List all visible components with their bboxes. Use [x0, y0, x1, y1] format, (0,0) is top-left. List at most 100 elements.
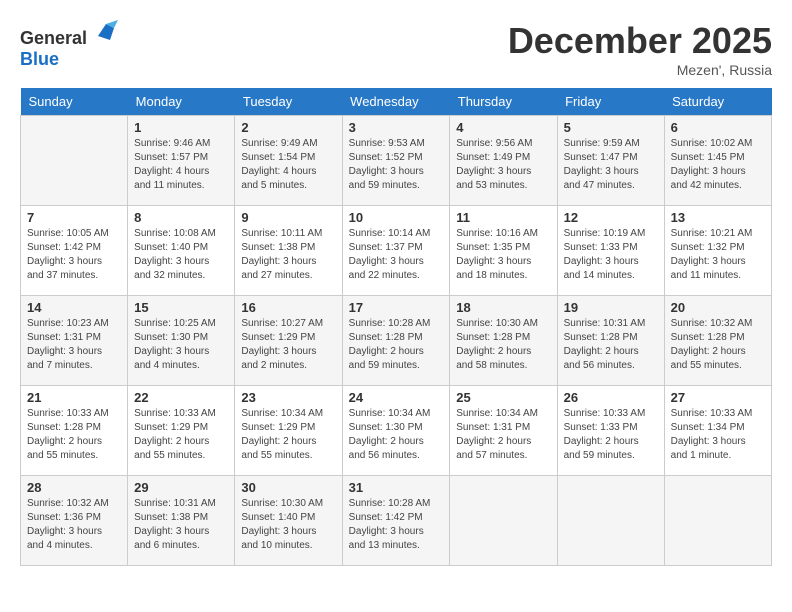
- weekday-header: Thursday: [450, 88, 557, 116]
- calendar-cell: 5Sunrise: 9:59 AM Sunset: 1:47 PM Daylig…: [557, 116, 664, 206]
- calendar-week-row: 14 Sunrise: 10:23 AM Sunset: 1:31 PM Dayl…: [21, 296, 772, 386]
- calendar-cell: [664, 476, 771, 566]
- day-info: Sunrise: 10:31 AM Sunset: 1:38 PM Daylig…: [134, 497, 228, 553]
- logo-general: General: [20, 28, 87, 48]
- day-number: 16: [241, 300, 335, 315]
- day-info: Sunrise: 10:05 AM Sunset: 1:42 PM Daylig…: [27, 227, 121, 283]
- calendar-cell: [21, 116, 128, 206]
- day-number: 30: [241, 480, 335, 495]
- weekday-header: Saturday: [664, 88, 771, 116]
- day-number: 31: [349, 480, 444, 495]
- calendar-cell: 21 Sunrise: 10:33 AM Sunset: 1:28 PM Dayl…: [21, 386, 128, 476]
- weekday-header: Wednesday: [342, 88, 450, 116]
- calendar-week-row: 28 Sunrise: 10:32 AM Sunset: 1:36 PM Dayl…: [21, 476, 772, 566]
- day-info: Sunrise: 9:53 AM Sunset: 1:52 PM Dayligh…: [349, 137, 444, 193]
- day-info: Sunrise: 10:27 AM Sunset: 1:29 PM Daylig…: [241, 317, 335, 373]
- day-info: Sunrise: 10:33 AM Sunset: 1:29 PM Daylig…: [134, 407, 228, 463]
- logo-text: General Blue: [20, 20, 118, 70]
- calendar-cell: 3 Sunrise: 9:53 AM Sunset: 1:52 PM Daylig…: [342, 116, 450, 206]
- calendar-cell: 24Sunrise: 10:34 AM Sunset: 1:30 PM Dayl…: [342, 386, 450, 476]
- calendar-table: SundayMondayTuesdayWednesdayThursdayFrid…: [20, 88, 772, 566]
- day-number: 14: [27, 300, 121, 315]
- calendar-cell: 27 Sunrise: 10:33 AM Sunset: 1:34 PM Dayl…: [664, 386, 771, 476]
- logo: General Blue: [20, 20, 118, 70]
- day-number: 19: [564, 300, 658, 315]
- day-info: Sunrise: 10:33 AM Sunset: 1:33 PM Daylig…: [564, 407, 658, 463]
- weekday-header: Friday: [557, 88, 664, 116]
- calendar-cell: 15 Sunrise: 10:25 AM Sunset: 1:30 PM Dayl…: [128, 296, 235, 386]
- day-info: Sunrise: 10:34 AM Sunset: 1:31 PM Daylig…: [456, 407, 550, 463]
- weekday-header: Tuesday: [235, 88, 342, 116]
- day-number: 11: [456, 210, 550, 225]
- calendar-cell: 7Sunrise: 10:05 AM Sunset: 1:42 PM Dayli…: [21, 206, 128, 296]
- day-number: 12: [564, 210, 658, 225]
- day-info: Sunrise: 10:14 AM Sunset: 1:37 PM Daylig…: [349, 227, 444, 283]
- day-info: Sunrise: 10:11 AM Sunset: 1:38 PM Daylig…: [241, 227, 335, 283]
- day-number: 25: [456, 390, 550, 405]
- day-number: 26: [564, 390, 658, 405]
- calendar-cell: 4Sunrise: 9:56 AM Sunset: 1:49 PM Daylig…: [450, 116, 557, 206]
- calendar-cell: 18 Sunrise: 10:30 AM Sunset: 1:28 PM Dayl…: [450, 296, 557, 386]
- day-number: 22: [134, 390, 228, 405]
- day-number: 28: [27, 480, 121, 495]
- day-number: 10: [349, 210, 444, 225]
- logo-blue: Blue: [20, 49, 59, 69]
- day-number: 27: [671, 390, 765, 405]
- day-info: Sunrise: 9:49 AM Sunset: 1:54 PM Dayligh…: [241, 137, 335, 193]
- calendar-header-row: SundayMondayTuesdayWednesdayThursdayFrid…: [21, 88, 772, 116]
- day-info: Sunrise: 10:32 AM Sunset: 1:28 PM Daylig…: [671, 317, 765, 373]
- calendar-cell: 26 Sunrise: 10:33 AM Sunset: 1:33 PM Dayl…: [557, 386, 664, 476]
- day-number: 15: [134, 300, 228, 315]
- day-info: Sunrise: 10:23 AM Sunset: 1:31 PM Daylig…: [27, 317, 121, 373]
- day-info: Sunrise: 10:21 AM Sunset: 1:32 PM Daylig…: [671, 227, 765, 283]
- calendar-cell: 1 Sunrise: 9:46 AM Sunset: 1:57 PM Daylig…: [128, 116, 235, 206]
- day-number: 24: [349, 390, 444, 405]
- page-header: General Blue December 2025 Mezen', Russi…: [20, 20, 772, 78]
- day-info: Sunrise: 9:56 AM Sunset: 1:49 PM Dayligh…: [456, 137, 550, 193]
- day-info: Sunrise: 10:32 AM Sunset: 1:36 PM Daylig…: [27, 497, 121, 553]
- day-number: 17: [349, 300, 444, 315]
- day-info: Sunrise: 10:02 AM Sunset: 1:45 PM Daylig…: [671, 137, 765, 193]
- title-block: December 2025 Mezen', Russia: [508, 20, 772, 78]
- day-number: 6: [671, 120, 765, 135]
- day-number: 29: [134, 480, 228, 495]
- day-number: 1: [134, 120, 228, 135]
- calendar-cell: 30 Sunrise: 10:30 AM Sunset: 1:40 PM Dayl…: [235, 476, 342, 566]
- day-number: 20: [671, 300, 765, 315]
- calendar-cell: 10 Sunrise: 10:14 AM Sunset: 1:37 PM Dayl…: [342, 206, 450, 296]
- calendar-cell: 25 Sunrise: 10:34 AM Sunset: 1:31 PM Dayl…: [450, 386, 557, 476]
- day-info: Sunrise: 10:33 AM Sunset: 1:28 PM Daylig…: [27, 407, 121, 463]
- day-info: Sunrise: 10:25 AM Sunset: 1:30 PM Daylig…: [134, 317, 228, 373]
- day-number: 18: [456, 300, 550, 315]
- calendar-cell: 17Sunrise: 10:28 AM Sunset: 1:28 PM Dayl…: [342, 296, 450, 386]
- calendar-week-row: 1 Sunrise: 9:46 AM Sunset: 1:57 PM Daylig…: [21, 116, 772, 206]
- calendar-cell: 16 Sunrise: 10:27 AM Sunset: 1:29 PM Dayl…: [235, 296, 342, 386]
- calendar-cell: 14 Sunrise: 10:23 AM Sunset: 1:31 PM Dayl…: [21, 296, 128, 386]
- calendar-week-row: 7Sunrise: 10:05 AM Sunset: 1:42 PM Dayli…: [21, 206, 772, 296]
- day-number: 9: [241, 210, 335, 225]
- day-number: 23: [241, 390, 335, 405]
- calendar-cell: 20 Sunrise: 10:32 AM Sunset: 1:28 PM Dayl…: [664, 296, 771, 386]
- day-number: 2: [241, 120, 335, 135]
- day-number: 13: [671, 210, 765, 225]
- day-info: Sunrise: 10:33 AM Sunset: 1:34 PM Daylig…: [671, 407, 765, 463]
- calendar-cell: 11 Sunrise: 10:16 AM Sunset: 1:35 PM Dayl…: [450, 206, 557, 296]
- day-info: Sunrise: 10:19 AM Sunset: 1:33 PM Daylig…: [564, 227, 658, 283]
- calendar-cell: 28 Sunrise: 10:32 AM Sunset: 1:36 PM Dayl…: [21, 476, 128, 566]
- day-info: Sunrise: 9:46 AM Sunset: 1:57 PM Dayligh…: [134, 137, 228, 193]
- calendar-cell: 19Sunrise: 10:31 AM Sunset: 1:28 PM Dayl…: [557, 296, 664, 386]
- day-info: Sunrise: 10:28 AM Sunset: 1:42 PM Daylig…: [349, 497, 444, 553]
- day-number: 21: [27, 390, 121, 405]
- calendar-cell: 31 Sunrise: 10:28 AM Sunset: 1:42 PM Dayl…: [342, 476, 450, 566]
- month-title: December 2025: [508, 20, 772, 62]
- day-info: Sunrise: 10:16 AM Sunset: 1:35 PM Daylig…: [456, 227, 550, 283]
- day-info: Sunrise: 10:30 AM Sunset: 1:40 PM Daylig…: [241, 497, 335, 553]
- day-number: 5: [564, 120, 658, 135]
- day-info: Sunrise: 10:30 AM Sunset: 1:28 PM Daylig…: [456, 317, 550, 373]
- calendar-cell: 9 Sunrise: 10:11 AM Sunset: 1:38 PM Dayli…: [235, 206, 342, 296]
- calendar-cell: 12 Sunrise: 10:19 AM Sunset: 1:33 PM Dayl…: [557, 206, 664, 296]
- calendar-cell: [450, 476, 557, 566]
- day-info: Sunrise: 10:34 AM Sunset: 1:29 PM Daylig…: [241, 407, 335, 463]
- day-number: 3: [349, 120, 444, 135]
- calendar-week-row: 21 Sunrise: 10:33 AM Sunset: 1:28 PM Dayl…: [21, 386, 772, 476]
